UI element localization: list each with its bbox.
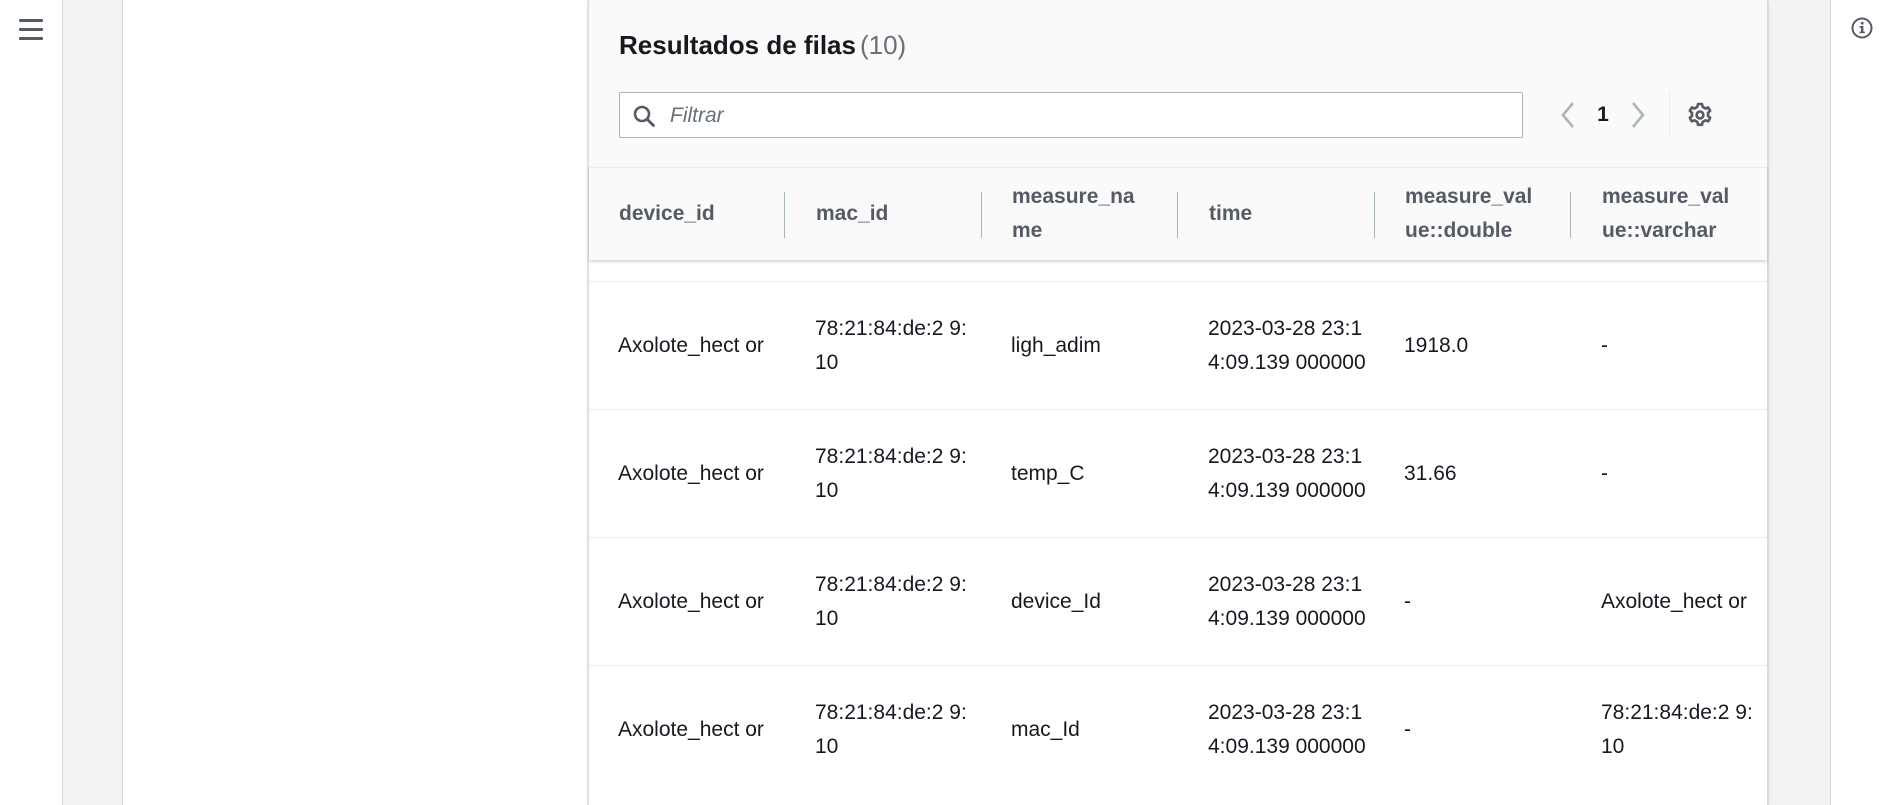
next-page-button[interactable] — [1621, 92, 1655, 138]
panel-title: Resultados de filas (10) — [619, 30, 906, 61]
cell-measure-value-double: 31.66 — [1404, 462, 1457, 485]
info-icon[interactable] — [1851, 17, 1873, 39]
column-header-measure-value-double[interactable]: measure_val ue::double — [1375, 168, 1572, 260]
cell-device-id: Axolote_hect or — [618, 718, 764, 741]
cell-measure-value-varchar: - — [1601, 462, 1608, 485]
preferences-button[interactable] — [1682, 92, 1718, 138]
table-row: Axolote_hect or 78:21:84:de:2 9:10 mac_I… — [589, 665, 1767, 794]
search-icon — [633, 105, 655, 127]
column-header-label: mac_id — [816, 202, 889, 225]
cell-measure-name: mac_Id — [1011, 718, 1080, 741]
table-header: device_id mac_id measure_na me time meas… — [589, 167, 1767, 260]
panel-header: Resultados de filas(10) 1 — [589, 0, 1767, 167]
filter-input[interactable] — [668, 101, 1512, 131]
cell-measure-name: temp_C — [1011, 462, 1085, 485]
pagination-divider — [1669, 92, 1670, 138]
cell-mac-id: 78:21:84:de:2 9:10 — [815, 701, 967, 758]
navigation-rail — [0, 0, 63, 805]
column-header-time[interactable]: time — [1179, 168, 1375, 260]
cell-measure-name: device_Id — [1011, 590, 1101, 613]
cell-measure-value-varchar: - — [1601, 334, 1608, 357]
cell-mac-id: 78:21:84:de:2 9:10 — [815, 445, 967, 502]
current-page-number[interactable]: 1 — [1585, 103, 1621, 127]
query-editor-panel — [122, 0, 589, 805]
row-results-panel: Resultados de filas(10) 1 — [588, 0, 1768, 805]
previous-page-button[interactable] — [1551, 92, 1585, 138]
cell-time: 2023-03-28 23:14:09.139 000000 — [1208, 445, 1366, 502]
cell-measure-name: ligh_adim — [1011, 334, 1101, 357]
cell-time: 2023-03-28 23:14:09.139 000000 — [1208, 573, 1366, 630]
column-header-label: time — [1209, 202, 1253, 225]
cell-device-id: Axolote_hect or — [618, 334, 764, 357]
cell-mac-id: 78:21:84:de:2 9:10 — [815, 317, 967, 374]
cell-mac-id: 78:21:84:de:2 9:10 — [815, 573, 967, 630]
column-header-measure-name[interactable]: measure_na me — [982, 168, 1179, 260]
column-divider[interactable] — [1177, 192, 1178, 238]
cell-measure-value-double: 1918.0 — [1404, 334, 1469, 357]
chevron-left-icon — [1561, 102, 1574, 128]
cell-time: 2023-03-28 23:14:09.139 000000 — [1208, 317, 1366, 374]
cell-device-id: Axolote_hect or — [618, 462, 764, 485]
cell-measure-value-varchar: Axolote_hect or — [1601, 590, 1747, 613]
hamburger-menu-icon[interactable] — [15, 14, 47, 44]
cell-measure-value-double: - — [1404, 718, 1411, 741]
cell-measure-value-double: - — [1404, 590, 1411, 613]
result-count: (10) — [859, 30, 907, 60]
gear-icon — [1688, 102, 1712, 127]
help-panel-rail — [1830, 0, 1894, 805]
cell-device-id: Axolote_hect or — [618, 590, 764, 613]
column-divider[interactable] — [1570, 192, 1571, 238]
column-header-label: measure_val ue::varchar — [1602, 185, 1730, 242]
column-header-label: device_id — [619, 202, 715, 225]
cell-measure-value-varchar: 78:21:84:de:2 9:10 — [1601, 701, 1753, 758]
column-header-label: measure_val ue::double — [1405, 185, 1533, 242]
table-row: Axolote_hect or 78:21:84:de:2 9:10 temp_… — [589, 409, 1767, 538]
app-page: Resultados de filas(10) 1 — [0, 0, 1894, 805]
filter-field[interactable] — [619, 92, 1523, 138]
chevron-right-icon — [1632, 102, 1645, 128]
column-header-label: measure_na me — [1012, 185, 1135, 242]
pagination: 1 — [1551, 92, 1718, 138]
table-row: Axolote_hect or 78:21:84:de:2 9:10 devic… — [589, 537, 1767, 666]
column-header-measure-value-varchar[interactable]: measure_val ue::varchar — [1572, 168, 1767, 260]
column-header-mac-id[interactable]: mac_id — [786, 168, 982, 260]
column-header-device-id[interactable]: device_id — [589, 168, 786, 260]
table-row: Axolote_hect or 78:21:84:de:2 9:10 ligh_… — [589, 281, 1767, 410]
column-divider[interactable] — [784, 192, 785, 238]
panel-title-text: Resultados de filas — [619, 30, 856, 60]
cell-time: 2023-03-28 23:14:09.139 000000 — [1208, 701, 1366, 758]
